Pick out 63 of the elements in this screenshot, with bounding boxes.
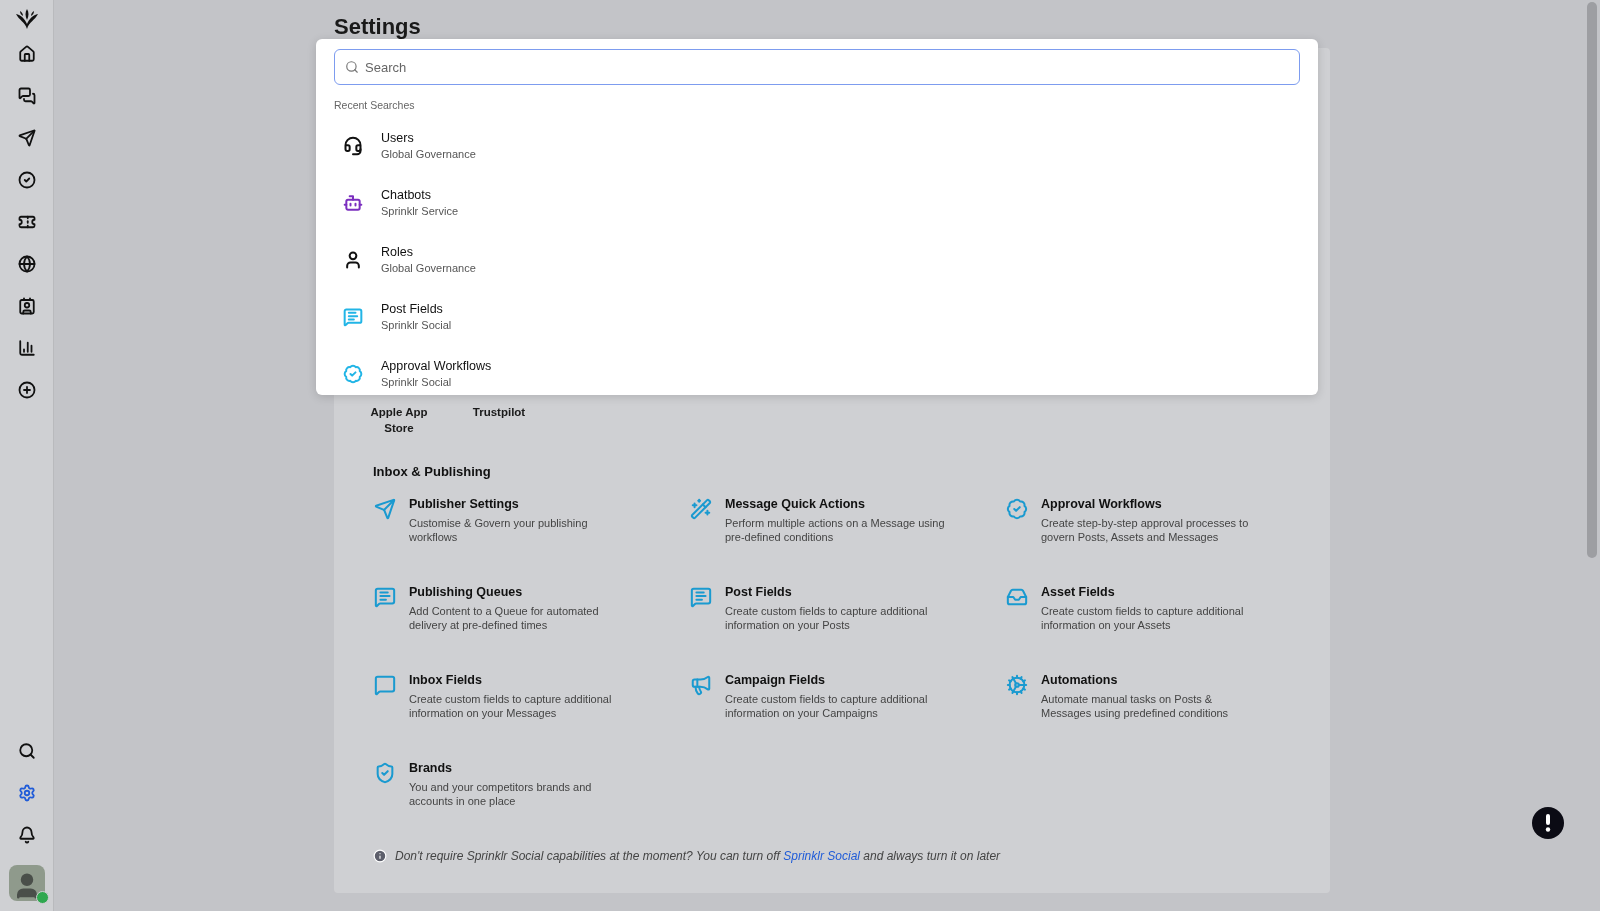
setting-title[interactable]: Approval Workflows bbox=[1041, 497, 1263, 511]
recent-search-subtitle: Sprinklr Service bbox=[381, 205, 459, 217]
paper-plane-icon bbox=[373, 497, 397, 521]
setting-title[interactable]: Automations bbox=[1041, 673, 1263, 687]
recent-search-subtitle: Global Governance bbox=[381, 148, 476, 160]
recent-search-subtitle: Sprinklr Social bbox=[381, 376, 453, 388]
exclamation-icon bbox=[1545, 814, 1551, 832]
setting-description: Customise & Govern your publishing workflows bbox=[409, 516, 589, 544]
setting-description: Automate manual tasks on Posts & Messages using predefined conditions bbox=[1041, 692, 1230, 720]
gear-icon bbox=[1005, 673, 1029, 697]
search-icon bbox=[345, 60, 359, 74]
info-icon bbox=[373, 849, 387, 863]
app-name[interactable]: Trustpilot bbox=[459, 404, 539, 436]
section-title: Inbox & Publishing bbox=[373, 464, 492, 479]
recent-search-subtitle: Sprinklr Social bbox=[381, 319, 452, 331]
scrollbar-thumb[interactable] bbox=[1587, 2, 1597, 558]
setting-description: Add Content to a Queue for automated delivery at pre-defined times bbox=[409, 604, 600, 632]
setting-description: Perform multiple actions on a Message using pre-defined conditions bbox=[725, 516, 946, 544]
recent-searches-label: Recent Searches bbox=[334, 99, 416, 111]
setting-title[interactable]: Inbox Fields bbox=[409, 673, 631, 687]
setting-title[interactable]: Campaign Fields bbox=[725, 673, 947, 687]
setting-title[interactable]: Publishing Queues bbox=[409, 585, 631, 599]
setting-description: You and your competitors brands and accounts in one place bbox=[409, 780, 593, 808]
chat-lines-icon bbox=[343, 306, 363, 327]
person-icon bbox=[343, 249, 363, 270]
search-field[interactable]: Search bbox=[334, 49, 1300, 85]
chat-bubble-icon bbox=[373, 673, 397, 697]
app-name[interactable]: Apple App Store bbox=[359, 404, 439, 436]
queue-chat-icon bbox=[373, 585, 397, 609]
setting-description: Create custom fields to capture additional information on your Posts bbox=[725, 604, 929, 632]
recent-search-title: Users bbox=[381, 131, 415, 145]
magic-wand-icon bbox=[689, 497, 713, 521]
chat-lines-icon bbox=[689, 585, 713, 609]
avatar[interactable] bbox=[8, 865, 45, 901]
recent-search-title: Chatbots bbox=[381, 188, 433, 202]
setting-title[interactable]: Asset Fields bbox=[1041, 585, 1263, 599]
setting-title[interactable]: Brands bbox=[409, 761, 631, 775]
setting-description: Create custom fields to capture additional information on your Assets bbox=[1041, 604, 1245, 632]
setting-description: Create custom fields to capture additional information on your Campaigns bbox=[725, 692, 929, 720]
recent-search-item[interactable]: Roles Global Governance bbox=[334, 231, 1300, 288]
help-button[interactable] bbox=[1532, 807, 1564, 839]
page-title: Settings bbox=[334, 14, 422, 40]
setting-title[interactable]: Publisher Settings bbox=[409, 497, 631, 511]
sprinklr-social-link[interactable]: Sprinklr Social bbox=[783, 849, 860, 863]
recent-search-title: Post Fields bbox=[381, 302, 444, 316]
logo-icon bbox=[14, 8, 39, 30]
recent-search-item[interactable]: Post Fields Sprinklr Social bbox=[334, 288, 1300, 345]
check-badge-icon bbox=[1005, 497, 1029, 521]
recent-search-title: Approval Workflows bbox=[381, 359, 492, 373]
recent-search-item[interactable]: Approval Workflows Sprinklr Social bbox=[334, 345, 1300, 402]
recent-search-title: Roles bbox=[381, 245, 414, 259]
setting-title[interactable]: Message Quick Actions bbox=[725, 497, 947, 511]
setting-description: Create step-by-step approval processes to govern Posts, Assets and Messages bbox=[1041, 516, 1250, 544]
setting-description: Create custom fields to capture additional information on your Messages bbox=[409, 692, 613, 720]
megaphone-icon bbox=[689, 673, 713, 697]
recent-search-item[interactable]: Users Global Governance bbox=[334, 117, 1300, 174]
headset-person-icon bbox=[343, 135, 363, 156]
check-badge-icon bbox=[343, 363, 363, 384]
info-note: Don't require Sprinklr Social capabilities at the moment? You can turn off Sprinklr Social and always turn it on later bbox=[395, 849, 1001, 863]
setting-title[interactable]: Post Fields bbox=[725, 585, 947, 599]
robot-icon bbox=[343, 192, 363, 213]
recent-search-subtitle: Global Governance bbox=[381, 262, 476, 274]
recent-search-item[interactable]: Chatbots Sprinklr Service bbox=[334, 174, 1300, 231]
